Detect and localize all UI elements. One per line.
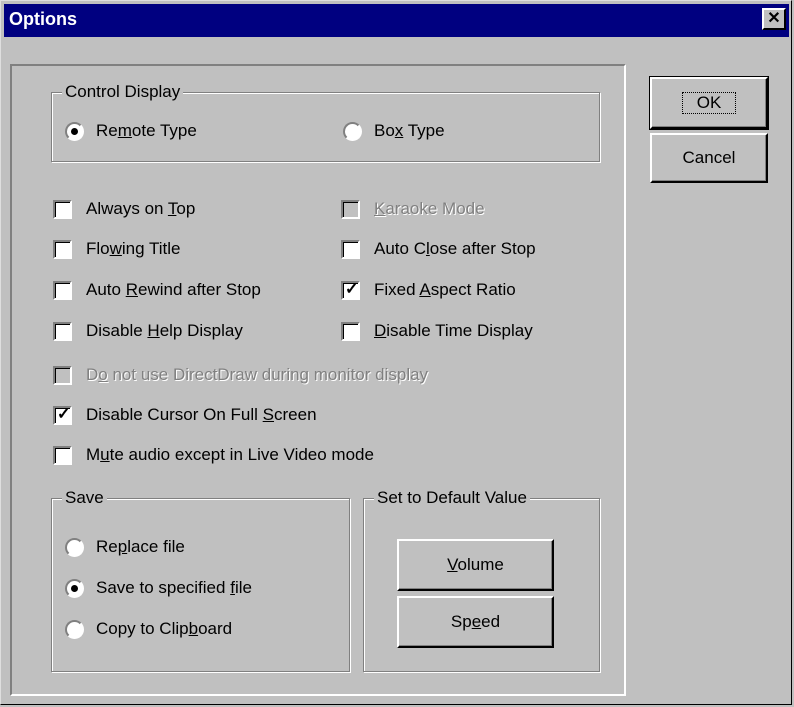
box-type-label: Box Type [374,121,445,140]
fixed-aspect-box[interactable]: ✓ [341,280,360,300]
flowing-title-label: Flowing Title [86,239,181,258]
volume-button[interactable]: Volume [397,539,554,591]
remote-type-radio[interactable]: Remote Type [65,119,197,143]
default-value-title: Set to Default Value [374,487,530,509]
copy-clipboard-radio-indicator[interactable] [65,619,84,639]
box-type-radio-indicator[interactable] [343,121,362,141]
disable-help-box[interactable] [53,321,72,341]
mute-audio-label: Mute audio except in Live Video mode [86,445,374,464]
speed-button-label: Speed [450,612,501,631]
save-group: Save Replace file Save to specified file… [51,487,350,672]
disable-time-label: Disable Time Display [374,321,533,340]
fixed-aspect-label: Fixed Aspect Ratio [374,280,516,299]
always-on-top-box[interactable] [53,199,72,219]
ok-button[interactable]: OK [649,76,769,130]
auto-rewind-box[interactable] [53,280,72,300]
auto-close-checkbox[interactable]: Auto Close after Stop [341,237,536,261]
auto-close-box[interactable] [341,239,360,259]
replace-file-label: Replace file [96,537,185,556]
control-display-group: Control Display Remote Type Box Type [51,81,600,162]
no-directdraw-box [53,365,72,385]
flowing-title-checkbox[interactable]: Flowing Title [53,237,181,261]
disable-help-label: Disable Help Display [86,321,243,340]
karaoke-mode-label: Karaoke Mode [374,199,485,218]
replace-file-radio[interactable]: Replace file [65,535,185,559]
no-directdraw-label: Do not use DirectDraw during monitor dis… [86,365,429,384]
save-group-title: Save [62,487,107,509]
save-specified-label: Save to specified file [96,578,252,597]
auto-rewind-checkbox[interactable]: Auto Rewind after Stop [53,278,261,302]
disable-time-checkbox[interactable]: Disable Time Display [341,319,533,343]
mute-audio-checkbox[interactable]: Mute audio except in Live Video mode [53,443,374,467]
close-icon: ✕ [767,10,781,27]
copy-clipboard-label: Copy to Clipboard [96,619,233,638]
always-on-top-label: Always on Top [86,199,196,218]
options-panel: Control Display Remote Type Box Type Alw… [10,64,626,696]
title-bar[interactable]: Options ✕ [4,4,789,37]
dialog-title: Options [9,9,77,29]
disable-time-box[interactable] [341,321,360,341]
control-display-title: Control Display [62,81,184,103]
cancel-button-label: Cancel [682,148,736,167]
auto-close-label: Auto Close after Stop [374,239,536,258]
mute-audio-box[interactable] [53,445,72,465]
no-directdraw-checkbox: Do not use DirectDraw during monitor dis… [53,363,428,387]
flowing-title-box[interactable] [53,239,72,259]
box-type-radio[interactable]: Box Type [343,119,445,143]
copy-clipboard-radio[interactable]: Copy to Clipboard [65,617,232,641]
replace-file-radio-indicator[interactable] [65,537,84,557]
save-specified-radio-indicator[interactable] [65,578,84,598]
remote-type-radio-indicator[interactable] [65,121,84,141]
fixed-aspect-checkbox[interactable]: ✓ Fixed Aspect Ratio [341,278,516,302]
save-specified-radio[interactable]: Save to specified file [65,576,252,600]
close-button[interactable]: ✕ [762,8,786,30]
disable-help-checkbox[interactable]: Disable Help Display [53,319,243,343]
options-dialog: Options ✕ Control Display Remote Type Bo… [0,0,792,705]
disable-cursor-box[interactable]: ✓ [53,405,72,425]
auto-rewind-label: Auto Rewind after Stop [86,280,261,299]
always-on-top-checkbox[interactable]: Always on Top [53,197,195,221]
disable-cursor-label: Disable Cursor On Full Screen [86,405,317,424]
speed-button[interactable]: Speed [397,596,554,648]
ok-button-label: OK [681,92,737,114]
checkmark-icon: ✓ [345,280,359,298]
cancel-button[interactable]: Cancel [650,133,768,183]
disable-cursor-checkbox[interactable]: ✓ Disable Cursor On Full Screen [53,403,317,427]
checkmark-icon: ✓ [57,405,71,423]
volume-button-label: Volume [447,555,504,574]
karaoke-mode-checkbox: Karaoke Mode [341,197,485,221]
remote-type-label: Remote Type [96,121,197,140]
default-value-group: Set to Default Value Volume Speed [363,487,600,672]
karaoke-mode-box [341,199,360,219]
